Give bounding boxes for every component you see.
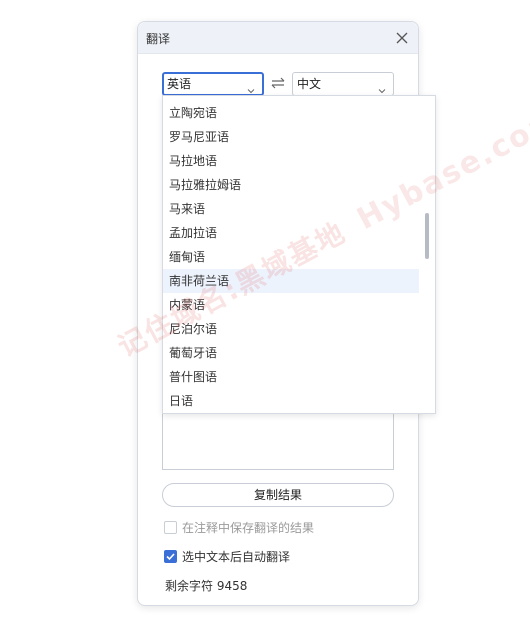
swap-arrows-icon[interactable]: [269, 74, 287, 92]
scrollbar-thumb[interactable]: [425, 213, 429, 259]
language-option[interactable]: 内蒙语: [163, 293, 419, 317]
language-option[interactable]: 孟加拉语: [163, 221, 419, 245]
auto-translate-label: 选中文本后自动翻译: [182, 550, 291, 564]
language-option[interactable]: 日语: [163, 389, 419, 413]
language-option[interactable]: 马来语: [163, 197, 419, 221]
title-bar: 翻译: [138, 22, 418, 54]
language-option[interactable]: 缅甸语: [163, 245, 419, 269]
language-option[interactable]: 葡萄牙语: [163, 341, 419, 365]
result-textarea[interactable]: [162, 408, 394, 470]
checkmark-icon: [166, 553, 175, 561]
copy-result-button[interactable]: 复制结果: [162, 483, 394, 507]
language-option-highlighted[interactable]: 南非荷兰语: [163, 269, 419, 293]
source-language-value: 英语: [167, 77, 192, 91]
chevron-down-icon: [378, 80, 386, 94]
target-language-value: 中文: [297, 77, 322, 91]
dropdown-scrollbar[interactable]: [421, 96, 435, 413]
language-option[interactable]: 普什图语: [163, 365, 419, 389]
language-option[interactable]: 马拉雅拉姆语: [163, 173, 419, 197]
target-language-select[interactable]: 中文: [292, 72, 394, 96]
window-title: 翻译: [146, 32, 171, 46]
close-icon[interactable]: [394, 30, 410, 46]
language-option[interactable]: 马拉地语: [163, 149, 419, 173]
language-dropdown-list[interactable]: 立陶宛语 罗马尼亚语 马拉地语 马拉雅拉姆语 马来语 孟加拉语 缅甸语 南非荷兰…: [162, 95, 436, 414]
auto-translate-checkbox[interactable]: [164, 550, 177, 563]
source-language-select[interactable]: 英语: [162, 72, 264, 96]
remaining-characters: 剩余字符 9458: [165, 579, 248, 593]
save-in-comment-label: 在注释中保存翻译的结果: [182, 521, 315, 535]
language-option[interactable]: 尼泊尔语: [163, 317, 419, 341]
language-option[interactable]: 罗马尼亚语: [163, 125, 419, 149]
chevron-down-icon: [247, 81, 255, 94]
language-option[interactable]: 立陶宛语: [163, 101, 419, 125]
save-in-comment-checkbox[interactable]: [164, 521, 177, 534]
